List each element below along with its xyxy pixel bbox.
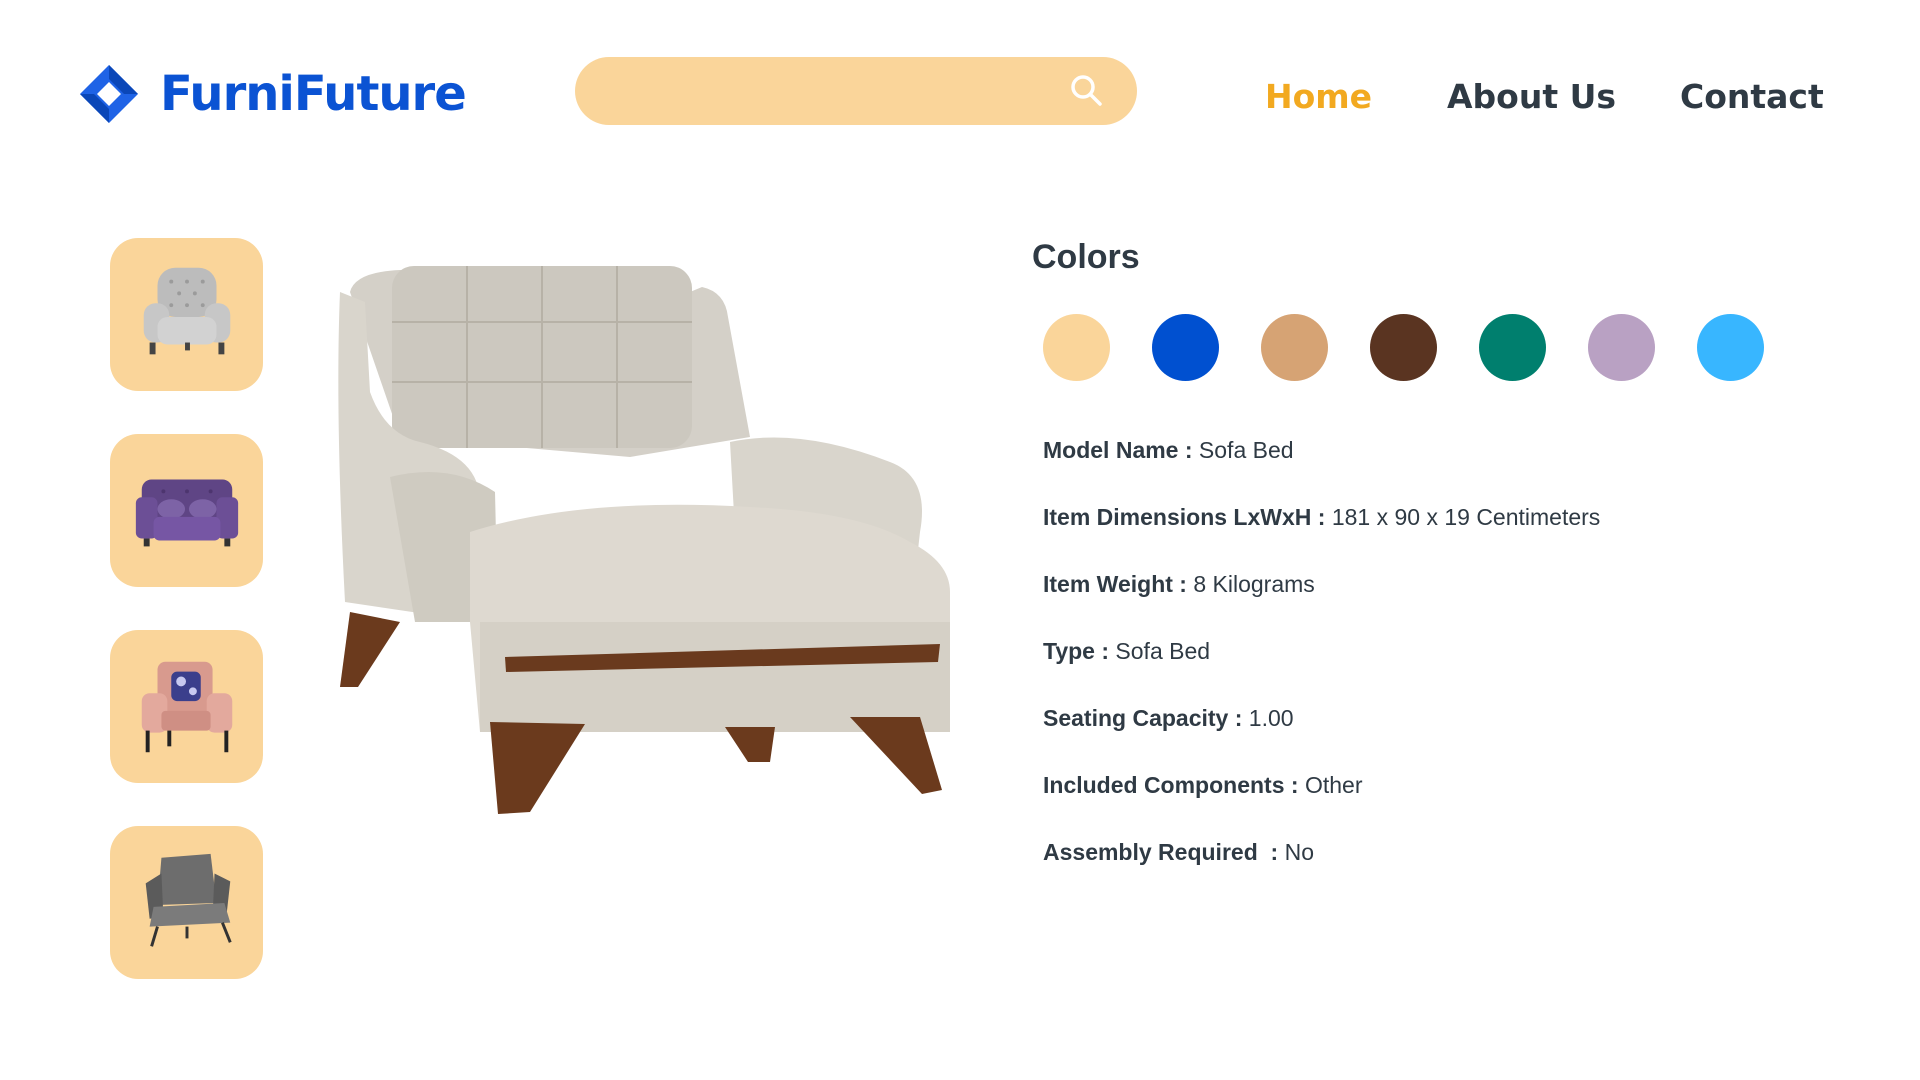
detail-label: Item Weight : [1043,571,1194,597]
nav-home-link[interactable]: Home [1265,72,1372,122]
detail-label: Type : [1043,638,1116,664]
nav-contact-link[interactable]: Contact [1680,72,1824,122]
color-swatch[interactable] [1588,314,1655,381]
search-input[interactable] [605,57,1049,127]
brand-name: FurniFuture [160,66,467,122]
brand[interactable]: FurniFuture [78,58,467,130]
product-details: Model Name : Sofa Bed Item Dimensions Lx… [1043,430,1600,899]
grey-wingback-chair-thumbnail[interactable] [110,826,263,979]
detail-type: Type : Sofa Bed [1043,631,1600,698]
color-swatch[interactable] [1479,314,1546,381]
color-swatch[interactable] [1370,314,1437,381]
grey-wingback-chair-image [145,853,232,947]
detail-value: 181 x 90 x 19 Centimeters [1331,504,1601,530]
beige-sofa-bed-armchair [338,266,950,814]
grey-tufted-armchair-image [143,267,230,354]
detail-value: Sofa Bed [1115,638,1211,664]
pink-leather-armchair-thumbnail[interactable] [110,630,263,783]
detail-model-name: Model Name : Sofa Bed [1043,430,1600,497]
detail-dimensions: Item Dimensions LxWxH : 181 x 90 x 19 Ce… [1043,497,1600,564]
color-swatch[interactable] [1043,314,1110,381]
colors-heading: Colors [1032,238,1140,276]
search-icon[interactable] [1069,73,1103,107]
detail-label: Included Components : [1043,772,1305,798]
color-swatch[interactable] [1261,314,1328,381]
search-bar[interactable] [575,57,1137,127]
color-swatches [1043,314,1764,381]
detail-weight: Item Weight : 8 Kilograms [1043,564,1600,631]
detail-value: Other [1304,772,1363,798]
detail-value: 8 Kilograms [1193,571,1315,597]
color-swatch[interactable] [1152,314,1219,381]
detail-label: Assembly Required : [1043,839,1285,865]
purple-velvet-armchair-thumbnail[interactable] [110,434,263,587]
detail-label: Model Name : [1043,437,1199,463]
grey-tufted-armchair-thumbnail[interactable] [110,238,263,391]
color-swatch[interactable] [1697,314,1764,381]
detail-value: Sofa Bed [1198,437,1294,463]
detail-assembly-required: Assembly Required : No [1043,832,1600,899]
detail-label: Item Dimensions LxWxH : [1043,504,1332,530]
detail-label: Seating Capacity : [1043,705,1249,731]
detail-value: 1.00 [1248,705,1294,731]
detail-value: No [1284,839,1314,865]
purple-velvet-armchair-image [135,479,238,546]
pink-leather-armchair-image [141,661,232,752]
detail-seating-capacity: Seating Capacity : 1.00 [1043,698,1600,765]
detail-included-components: Included Components : Other [1043,765,1600,832]
diamond-logo-icon [80,65,138,123]
nav-about-link[interactable]: About Us [1447,72,1616,122]
